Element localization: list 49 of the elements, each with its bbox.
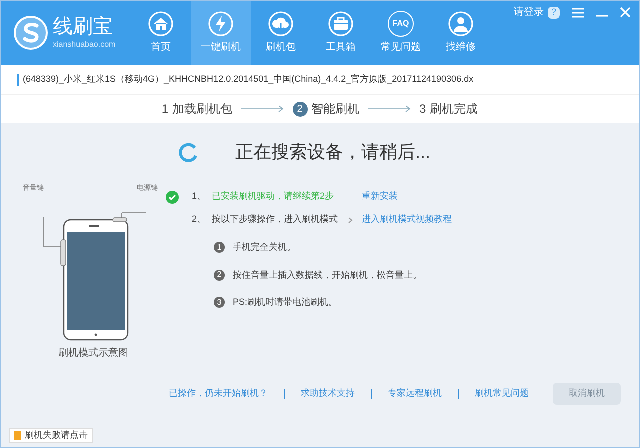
link[interactable]: 重新安装 bbox=[362, 190, 398, 204]
instruction-text: 手机完全关机。 bbox=[233, 241, 296, 254]
nav-tab[interactable]: FAQ 常见问题 bbox=[371, 1, 431, 65]
faq-icon: FAQ bbox=[388, 11, 414, 37]
login-link[interactable]: 请登录 bbox=[514, 5, 544, 20]
firmware-file-name: (648339)_小米_红米1S（移动4G）_KHHCNBH12.0.2014501_中国(China)_4.4.2_官方原版_20171124190306.dx bbox=[23, 72, 474, 86]
step-number: 1、 bbox=[192, 190, 208, 204]
diagram-caption: 刷机模式示意图 bbox=[58, 346, 128, 361]
app-name: 线刷宝 bbox=[53, 15, 114, 39]
link[interactable]: 进入刷机模式视频教程 bbox=[362, 213, 452, 227]
cloud-download-icon bbox=[268, 11, 294, 37]
close-icon[interactable] bbox=[620, 7, 631, 18]
loading-spinner-icon bbox=[179, 142, 200, 162]
step-label: 智能刷机 bbox=[312, 101, 360, 118]
instruction-text: PS:刷机时请带电池刷机。 bbox=[233, 296, 338, 309]
step-number-badge: 2 bbox=[214, 270, 225, 281]
home-icon bbox=[148, 11, 174, 37]
lightning-icon bbox=[208, 11, 234, 37]
instruction-text: 按以下步骤操作，进入刷机模式 bbox=[212, 213, 338, 226]
step-number: 2、 bbox=[192, 213, 208, 226]
nav-tab[interactable]: 找维修 bbox=[431, 1, 491, 65]
logo-icon bbox=[13, 15, 49, 51]
arrow-icon bbox=[368, 105, 412, 113]
chevron-icon bbox=[348, 216, 353, 224]
nav-tab[interactable]: 工具箱 bbox=[311, 1, 371, 65]
app-domain: xianshuabao.com bbox=[53, 39, 116, 51]
instruction-text: 已安装刷机驱动，请继续第2步 bbox=[212, 190, 334, 204]
step-label: 刷机完成 bbox=[430, 101, 478, 118]
nav-tab[interactable]: 一键刷机 bbox=[191, 1, 251, 65]
instruction-text: 按住音量上插入数据线，开始刷机，松音量上。 bbox=[233, 268, 422, 282]
nav-tab[interactable]: 刷机包 bbox=[251, 1, 311, 65]
help-button[interactable]: ? bbox=[548, 6, 560, 18]
step-label: 加载刷机包 bbox=[172, 101, 232, 118]
person-icon bbox=[448, 11, 474, 37]
help-link[interactable]: 专家远程刷机 bbox=[388, 387, 442, 401]
step-number: 2 bbox=[292, 102, 308, 116]
step-number: 3 bbox=[420, 101, 426, 118]
step-number-badge: 1 bbox=[214, 242, 225, 254]
menu-icon[interactable] bbox=[572, 8, 584, 18]
help-link[interactable]: 已操作，仍未开始刷机？ bbox=[169, 387, 268, 401]
help-link[interactable]: 刷机常见问题 bbox=[475, 387, 529, 401]
flash-failed-feedback-button[interactable]: 刷机失败请点击 bbox=[9, 428, 93, 443]
nav-tab[interactable]: 首页 bbox=[131, 1, 191, 65]
step-number: 1 bbox=[162, 101, 168, 118]
status-message: 正在搜索设备，请稍后... bbox=[235, 141, 430, 164]
toolbox-icon bbox=[328, 11, 354, 37]
arrow-icon bbox=[240, 105, 284, 113]
help-link[interactable]: 求助技术支持 bbox=[301, 387, 355, 401]
step-number-badge: 3 bbox=[214, 297, 225, 308]
